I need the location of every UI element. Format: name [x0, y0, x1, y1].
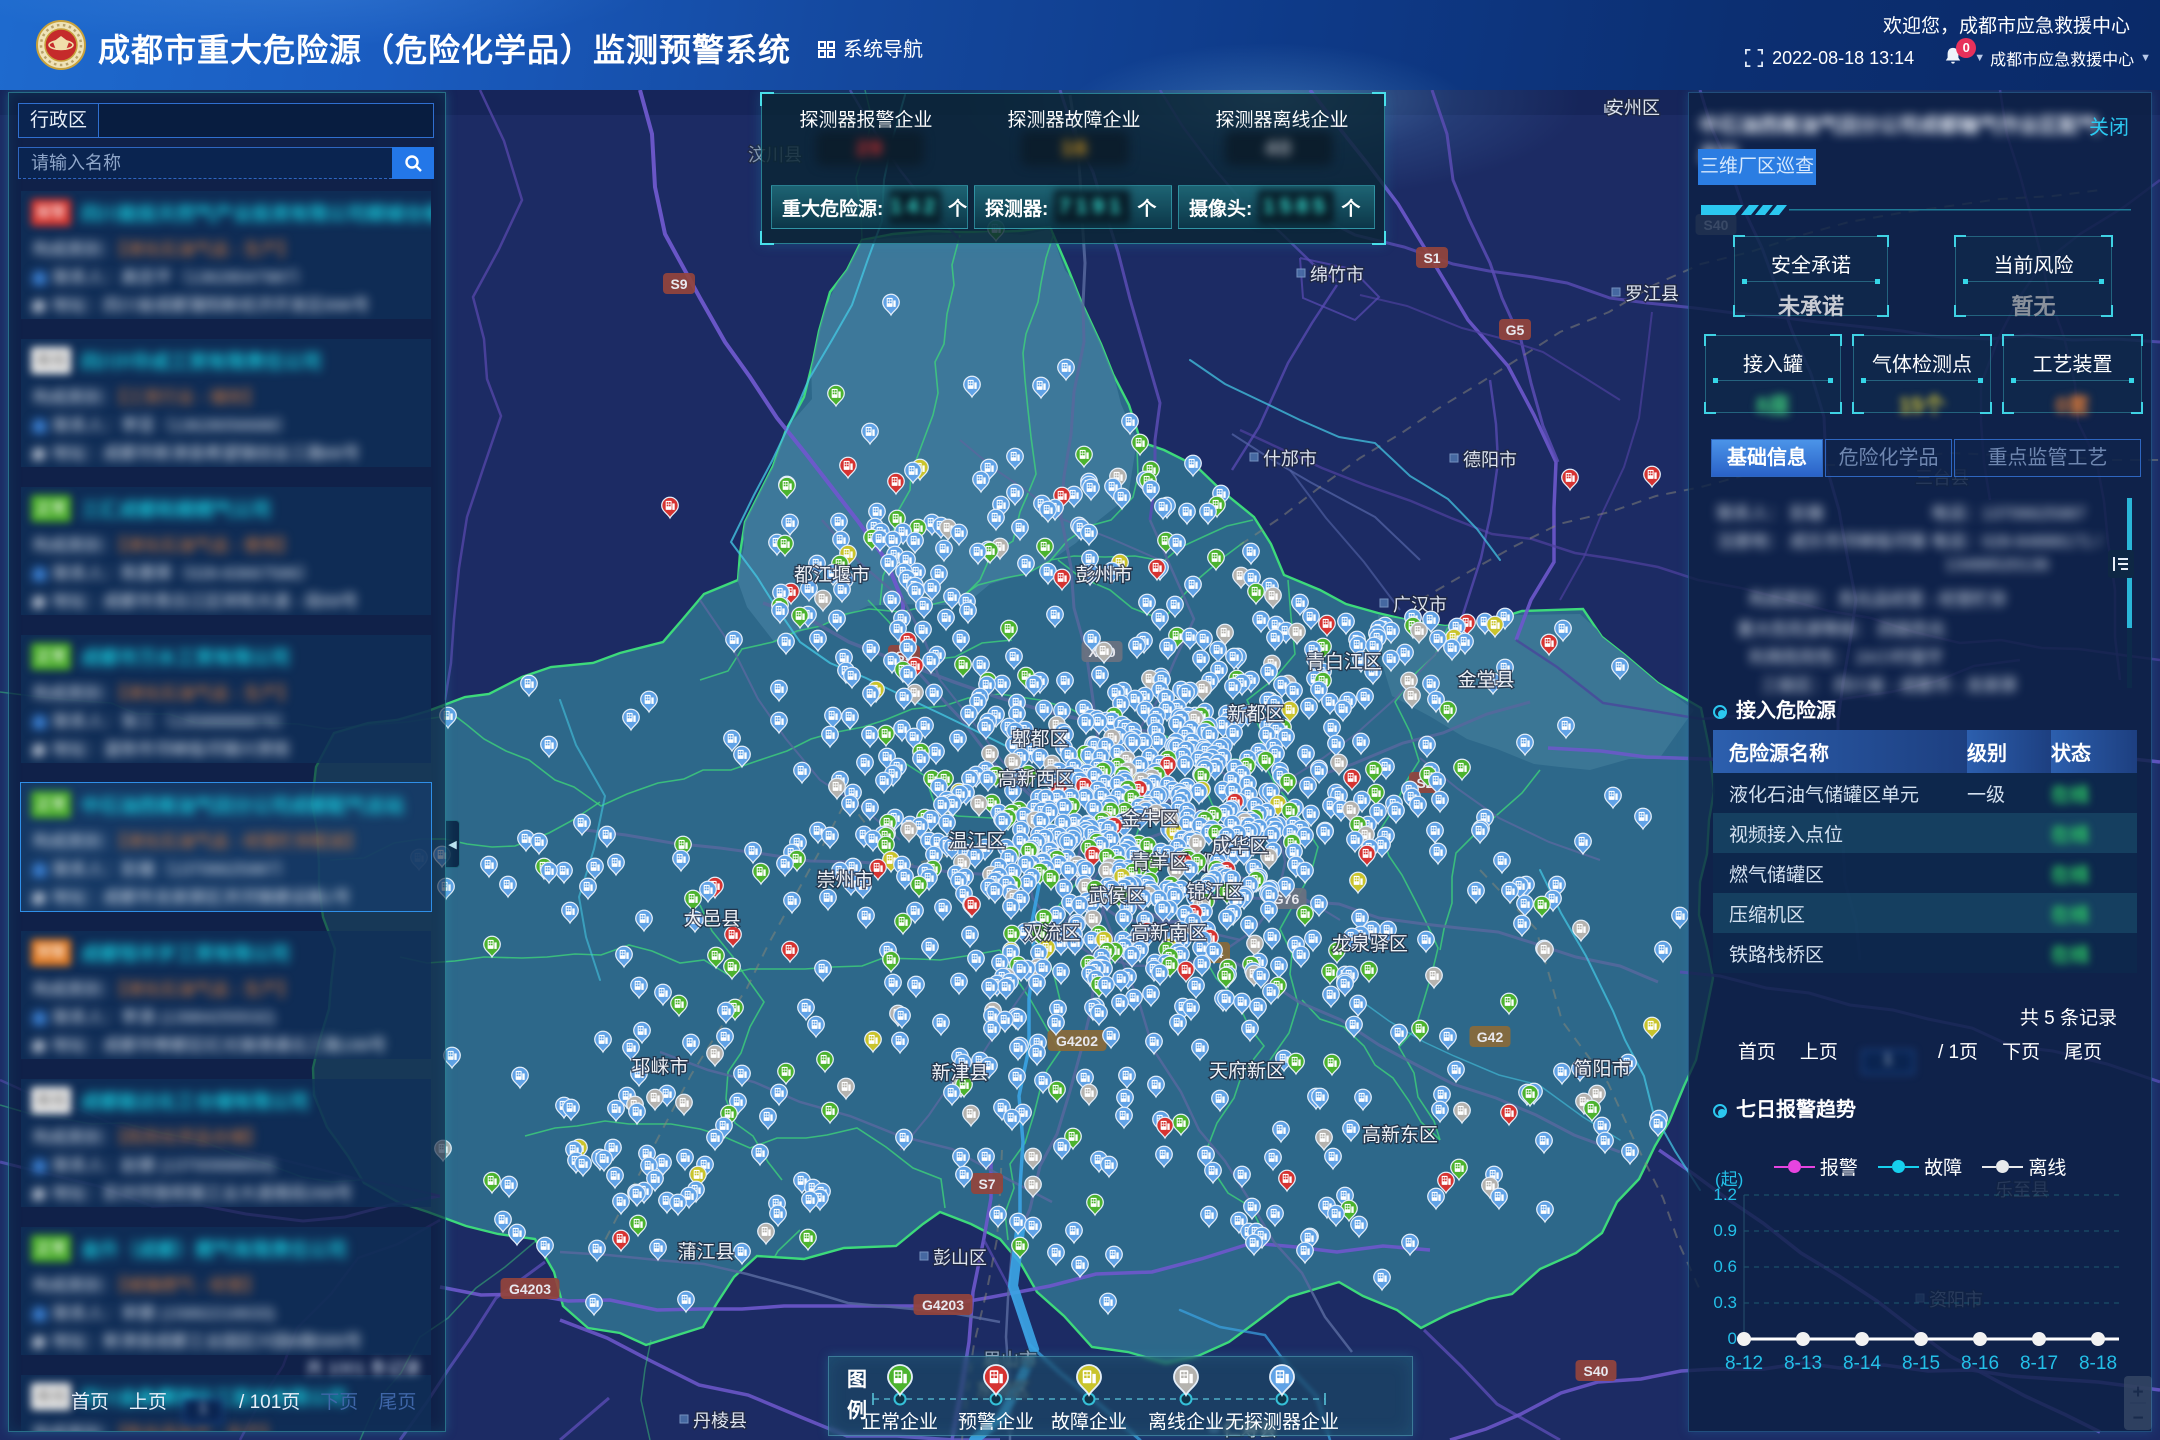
svg-text:S1: S1	[1423, 250, 1440, 266]
svg-text:广汉市: 广汉市	[1393, 595, 1447, 615]
svg-text:锦江区: 锦江区	[1186, 881, 1243, 903]
svg-text:武侯区: 武侯区	[1088, 885, 1145, 907]
svg-text:都江堰市: 都江堰市	[794, 564, 870, 586]
svg-text:G4202: G4202	[1056, 1033, 1098, 1049]
svg-text:彭州市: 彭州市	[1075, 564, 1132, 586]
svg-text:罗江县: 罗江县	[1625, 284, 1679, 304]
svg-text:G4203: G4203	[922, 1297, 964, 1313]
svg-text:新都区: 新都区	[1227, 703, 1284, 725]
svg-text:G42: G42	[1477, 1029, 1504, 1045]
svg-text:S40: S40	[1584, 1363, 1609, 1379]
svg-text:S9: S9	[670, 276, 687, 292]
svg-text:大邑县: 大邑县	[683, 908, 740, 930]
svg-text:S7: S7	[978, 1176, 995, 1192]
svg-text:彭山区: 彭山区	[933, 1248, 987, 1268]
svg-text:成华区: 成华区	[1211, 835, 1268, 857]
svg-text:高新西区: 高新西区	[998, 768, 1074, 790]
svg-text:什邡市: 什邡市	[1263, 449, 1317, 469]
svg-text:温江区: 温江区	[948, 830, 1005, 852]
svg-text:郫都区: 郫都区	[1011, 728, 1068, 750]
svg-text:安州区: 安州区	[1606, 98, 1660, 118]
svg-text:高新东区: 高新东区	[1362, 1124, 1438, 1146]
svg-text:德阳市: 德阳市	[1463, 450, 1517, 470]
svg-text:新津县: 新津县	[931, 1062, 988, 1084]
svg-text:G4203: G4203	[509, 1281, 551, 1297]
svg-text:简阳市: 简阳市	[1573, 1058, 1630, 1080]
svg-text:丹棱县: 丹棱县	[693, 1411, 747, 1431]
svg-text:青羊区: 青羊区	[1131, 851, 1188, 873]
svg-text:邛崃市: 邛崃市	[631, 1056, 688, 1078]
svg-text:天府新区: 天府新区	[1209, 1060, 1285, 1082]
svg-text:绵竹市: 绵竹市	[1310, 265, 1364, 285]
svg-text:龙泉驿区: 龙泉驿区	[1332, 933, 1408, 955]
svg-text:双流区: 双流区	[1023, 922, 1080, 944]
svg-text:高新南区: 高新南区	[1131, 922, 1207, 944]
svg-text:崇州市: 崇州市	[816, 869, 873, 891]
svg-text:青白江区: 青白江区	[1306, 651, 1382, 673]
svg-text:蒲江县: 蒲江县	[677, 1241, 734, 1263]
svg-text:金堂县: 金堂县	[1457, 669, 1514, 691]
svg-text:G5: G5	[1506, 322, 1525, 338]
svg-text:金牛区: 金牛区	[1121, 808, 1178, 830]
